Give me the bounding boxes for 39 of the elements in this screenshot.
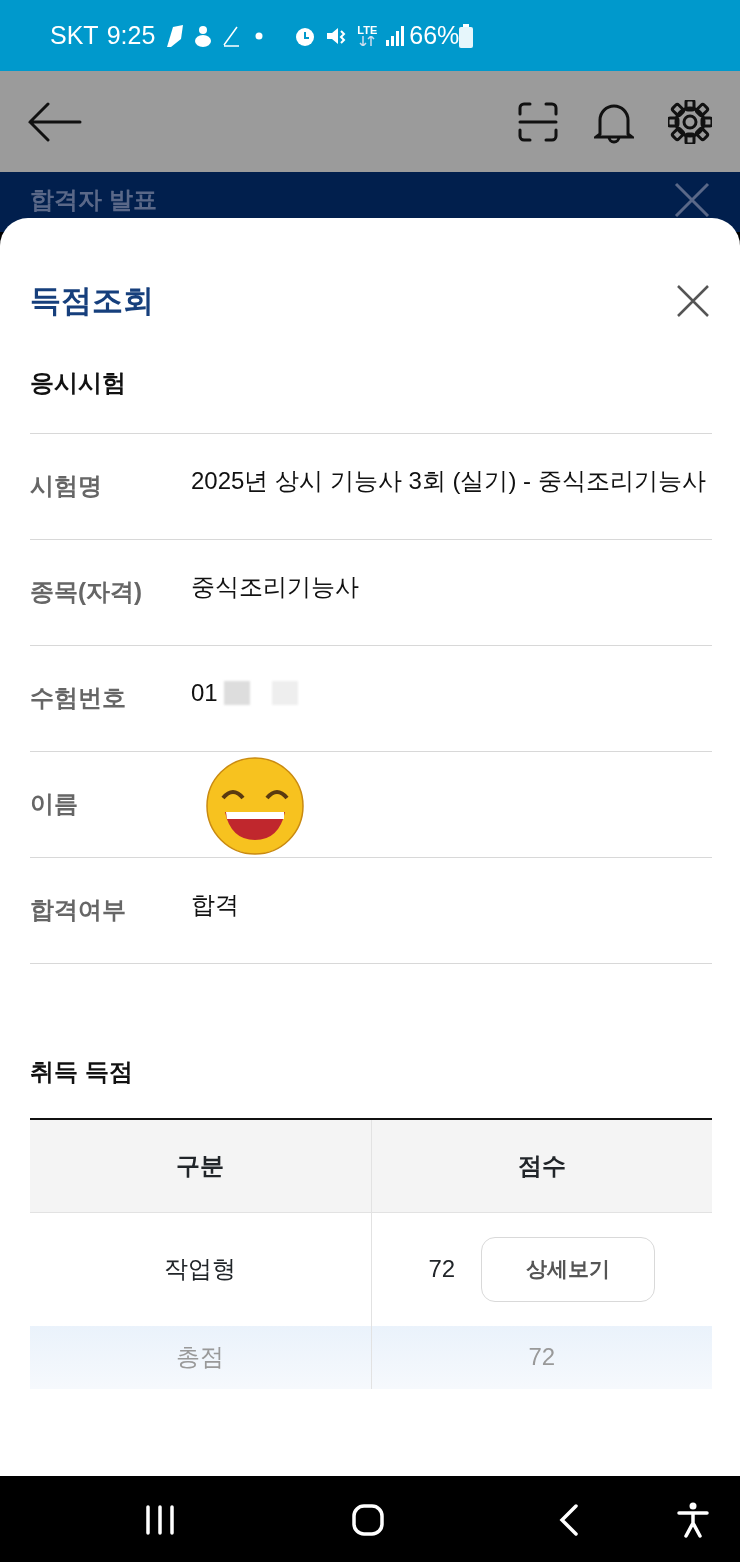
carrier-text: SKT <box>50 19 99 51</box>
settings-icon[interactable] <box>668 99 712 144</box>
column-header: 구분 <box>30 1119 372 1213</box>
field-value: 중식조리기능사 <box>191 571 359 602</box>
field-label: 시험명 <box>30 470 103 501</box>
table-cell: 작업형 <box>30 1212 372 1326</box>
table-cell-text: 72 <box>527 1342 557 1372</box>
accessibility-icon[interactable] <box>677 1501 709 1538</box>
clock-text: 9:25 <box>106 19 156 51</box>
field-label: 합격여부 <box>30 894 127 925</box>
back-icon[interactable] <box>559 1503 579 1536</box>
home-icon[interactable] <box>352 1503 384 1536</box>
field-value: 01 <box>191 677 218 708</box>
detail-button[interactable]: 상세보기 <box>481 1236 656 1302</box>
close-icon[interactable] <box>674 182 710 218</box>
page-title: 합격자 발표 <box>30 185 157 215</box>
data-arrows-icon <box>358 36 377 46</box>
score-text: 72 <box>428 1254 456 1284</box>
battery-percent-text: 66% <box>409 19 460 51</box>
recent-apps-icon[interactable] <box>145 1504 175 1535</box>
dot-icon <box>255 31 264 40</box>
section-heading: 응시시험 <box>30 367 127 398</box>
signal-icon <box>385 25 406 46</box>
field-label: 종목(자격) <box>30 576 143 607</box>
section-heading: 취득 득점 <box>30 1056 134 1087</box>
scan-icon[interactable] <box>518 101 558 142</box>
field-value: 2025년 상시 기능사 3회 (실기) - 중식조리기능사 <box>191 465 706 496</box>
field-label: 이름 <box>30 788 79 819</box>
back-arrow-icon[interactable] <box>28 101 82 142</box>
sheet-title: 득점조회 <box>30 282 154 320</box>
field-value: 합격 <box>191 889 239 920</box>
network-type-text: LTE <box>357 25 378 36</box>
field-label: 수험번호 <box>30 682 127 713</box>
smiley-sticker-icon <box>205 755 305 856</box>
redaction-mark <box>223 680 250 705</box>
close-icon[interactable] <box>676 284 710 319</box>
battery-icon <box>459 23 474 48</box>
column-header: 점수 <box>371 1119 712 1213</box>
table-cell: 총점 <box>30 1325 372 1389</box>
